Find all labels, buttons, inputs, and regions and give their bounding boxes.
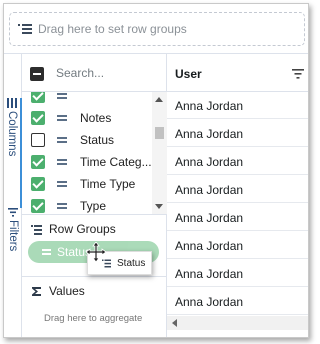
- tab-filters[interactable]: Filters: [4, 208, 22, 278]
- values-drop-hint: Drag here to aggregate: [44, 313, 143, 324]
- column-checkbox[interactable]: [31, 111, 45, 125]
- drag-handle-icon[interactable]: [42, 249, 51, 255]
- table-cell: Anna Jordan: [175, 127, 244, 141]
- scroll-thumb[interactable]: [155, 127, 164, 139]
- column-label: Notes: [80, 111, 112, 125]
- sigma-icon: [32, 286, 41, 296]
- scroll-down-icon[interactable]: [155, 204, 163, 209]
- columns-icon: [7, 98, 17, 108]
- drag-handle-icon[interactable]: [57, 115, 67, 121]
- row-group-placeholder: Drag here to set row groups: [38, 22, 187, 36]
- column-item-status[interactable]: Status: [22, 129, 152, 151]
- table-cell: Anna Jordan: [175, 295, 244, 309]
- column-label: Time Categ...: [80, 155, 152, 169]
- table-cell: Anna Jordan: [175, 267, 244, 281]
- row-group-panel: Drag here to set row groups: [4, 4, 308, 54]
- column-list-scrollbar[interactable]: [152, 92, 167, 214]
- column-header-label: User: [175, 67, 202, 81]
- drag-handle-icon[interactable]: [57, 203, 67, 209]
- column-select-header: [22, 54, 167, 92]
- tab-columns-label: Columns: [6, 111, 18, 157]
- column-checkbox[interactable]: [31, 199, 45, 213]
- drag-handle-icon[interactable]: [57, 181, 67, 187]
- table-cell: Anna Jordan: [175, 99, 244, 113]
- drag-handle-icon[interactable]: [57, 159, 67, 165]
- column-label: Time Type: [80, 177, 136, 191]
- column-checkbox[interactable]: [31, 133, 45, 147]
- values-section[interactable]: Values Drag here to aggregate: [22, 276, 167, 337]
- table-row[interactable]: Anna Jordan: [167, 204, 308, 231]
- tab-filters-label: Filters: [7, 220, 19, 252]
- grid-container: Drag here to set row groups Columns Filt…: [3, 3, 309, 338]
- table-row[interactable]: Anna Jordan: [167, 92, 308, 119]
- drag-handle-icon[interactable]: [57, 93, 67, 99]
- drag-ghost-label: Status: [117, 257, 146, 269]
- column-item-time-type[interactable]: Time Type: [22, 173, 152, 195]
- data-grid: User Anna Jordan Anna Jordan Anna Jordan…: [167, 54, 308, 337]
- column-item-notes[interactable]: Notes: [22, 107, 152, 129]
- table-cell: Anna Jordan: [175, 239, 244, 253]
- column-header-user[interactable]: User: [167, 54, 308, 92]
- column-label: Status: [80, 133, 115, 147]
- column-list: Notes Status Time Categ... Time Type Typ: [22, 92, 152, 214]
- column-item-time-category[interactable]: Time Categ...: [22, 151, 152, 173]
- values-title: Values: [31, 284, 85, 298]
- column-checkbox[interactable]: [31, 177, 45, 191]
- table-cell: Anna Jordan: [175, 183, 244, 197]
- values-label: Values: [49, 284, 85, 298]
- tab-columns[interactable]: Columns: [4, 98, 22, 208]
- filter-icon: [8, 208, 18, 217]
- row-group-icon: [18, 24, 32, 34]
- move-cursor-icon: [86, 242, 106, 262]
- column-item-type[interactable]: Type: [22, 195, 152, 214]
- table-row[interactable]: Anna Jordan: [167, 176, 308, 203]
- row-group-icon: [31, 224, 42, 235]
- table-row[interactable]: Anna Jordan: [167, 232, 308, 259]
- column-checkbox[interactable]: [31, 155, 45, 169]
- table-cell: Anna Jordan: [175, 211, 244, 225]
- filter-menu-icon[interactable]: [292, 69, 304, 79]
- horizontal-scrollbar[interactable]: [167, 316, 308, 330]
- row-groups-title: Row Groups: [31, 222, 116, 236]
- row-groups-label: Row Groups: [49, 222, 116, 236]
- table-row[interactable]: Anna Jordan: [167, 288, 308, 315]
- side-bar: Columns Filters: [4, 54, 22, 337]
- scroll-up-icon[interactable]: [155, 97, 163, 102]
- drag-handle-icon[interactable]: [57, 137, 67, 143]
- table-row[interactable]: Anna Jordan: [167, 120, 308, 147]
- column-checkbox[interactable]: [31, 92, 45, 103]
- row-group-drop-zone[interactable]: Drag here to set row groups: [9, 12, 305, 46]
- table-row[interactable]: Anna Jordan: [167, 260, 308, 287]
- table-row[interactable]: Anna Jordan: [167, 148, 308, 175]
- scroll-left-icon[interactable]: [172, 319, 177, 327]
- table-cell: Anna Jordan: [175, 155, 244, 169]
- column-label: Type: [80, 199, 107, 213]
- columns-tool-panel: Notes Status Time Categ... Time Type Typ: [22, 54, 167, 337]
- column-item-partial[interactable]: [22, 92, 152, 107]
- column-search-input[interactable]: [50, 60, 160, 86]
- select-all-checkbox[interactable]: [30, 67, 44, 81]
